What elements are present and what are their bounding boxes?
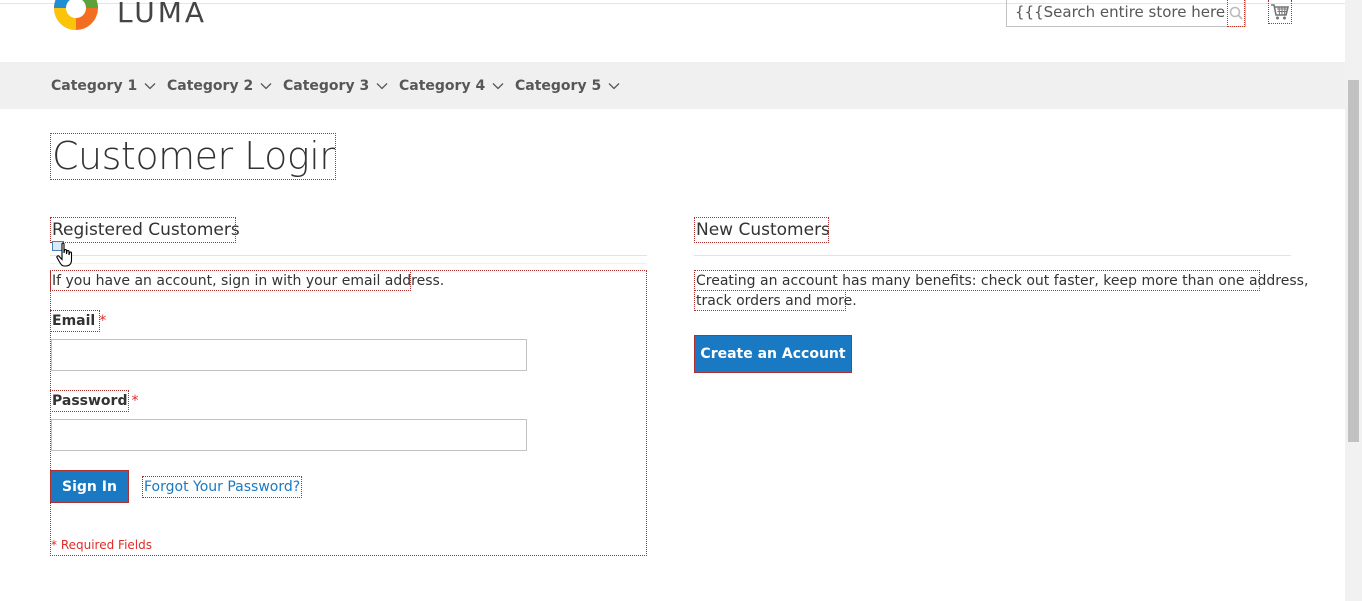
section-divider [50,263,647,264]
search-box [1006,0,1246,27]
nav-item-category-1[interactable]: Category 1 [51,62,156,109]
search-input[interactable] [1007,0,1225,25]
chevron-down-icon [492,82,504,89]
new-customers-text-line-1: Creating an account has many benefits: c… [694,270,1308,291]
required-asterisk: * [131,393,139,409]
forgot-password-link[interactable]: Forgot Your Password? [142,476,303,498]
sign-in-button[interactable]: Sign In [50,470,129,503]
email-field[interactable] [51,339,527,371]
new-customers-text-line-2: track orders and more. [694,290,857,311]
password-field[interactable] [51,419,527,451]
logo-text: LUMA [117,0,208,29]
search-icon [1229,6,1243,20]
logo[interactable]: LUMA [51,0,207,36]
new-customers-title: New Customers [694,217,830,243]
search-button[interactable] [1227,0,1245,27]
email-label-text: Email [52,313,96,329]
login-form [50,270,647,556]
nav-item-category-4[interactable]: Category 4 [399,62,504,109]
nav-item-label: Category 2 [167,77,254,94]
nav-item-label: Category 3 [283,77,370,94]
registered-customers-title: Registered Customers [50,217,240,243]
email-label: Email * [50,310,106,332]
nav-item-label: Category 1 [51,77,138,94]
hand-cursor-icon [56,242,73,267]
nav-item-label: Category 5 [515,77,602,94]
required-asterisk: * [99,313,107,329]
minicart-button[interactable] [1268,0,1292,24]
nav-item-category-3[interactable]: Category 3 [283,62,388,109]
main-navigation: Category 1 Category 2 Category 3 Categor… [0,62,1345,109]
chevron-down-icon [376,82,388,89]
section-divider [694,255,1291,256]
chevron-down-icon [260,82,272,89]
required-fields-note: * Required Fields [51,538,152,552]
chevron-down-icon [144,82,156,89]
page-title: Customer Login [50,133,336,180]
nav-item-category-2[interactable]: Category 2 [167,62,272,109]
cart-icon [1271,3,1290,19]
luma-logo-icon [51,0,101,36]
password-label: Password * [50,390,138,412]
chevron-down-icon [608,82,620,89]
scrollbar-thumb[interactable] [1348,80,1359,442]
nav-item-label: Category 4 [399,77,486,94]
login-intro-text: If you have an account, sign in with you… [50,270,444,291]
nav-item-category-5[interactable]: Category 5 [515,62,620,109]
password-label-text: Password [52,393,128,409]
section-divider [50,255,647,256]
create-account-button[interactable]: Create an Account [694,335,852,373]
